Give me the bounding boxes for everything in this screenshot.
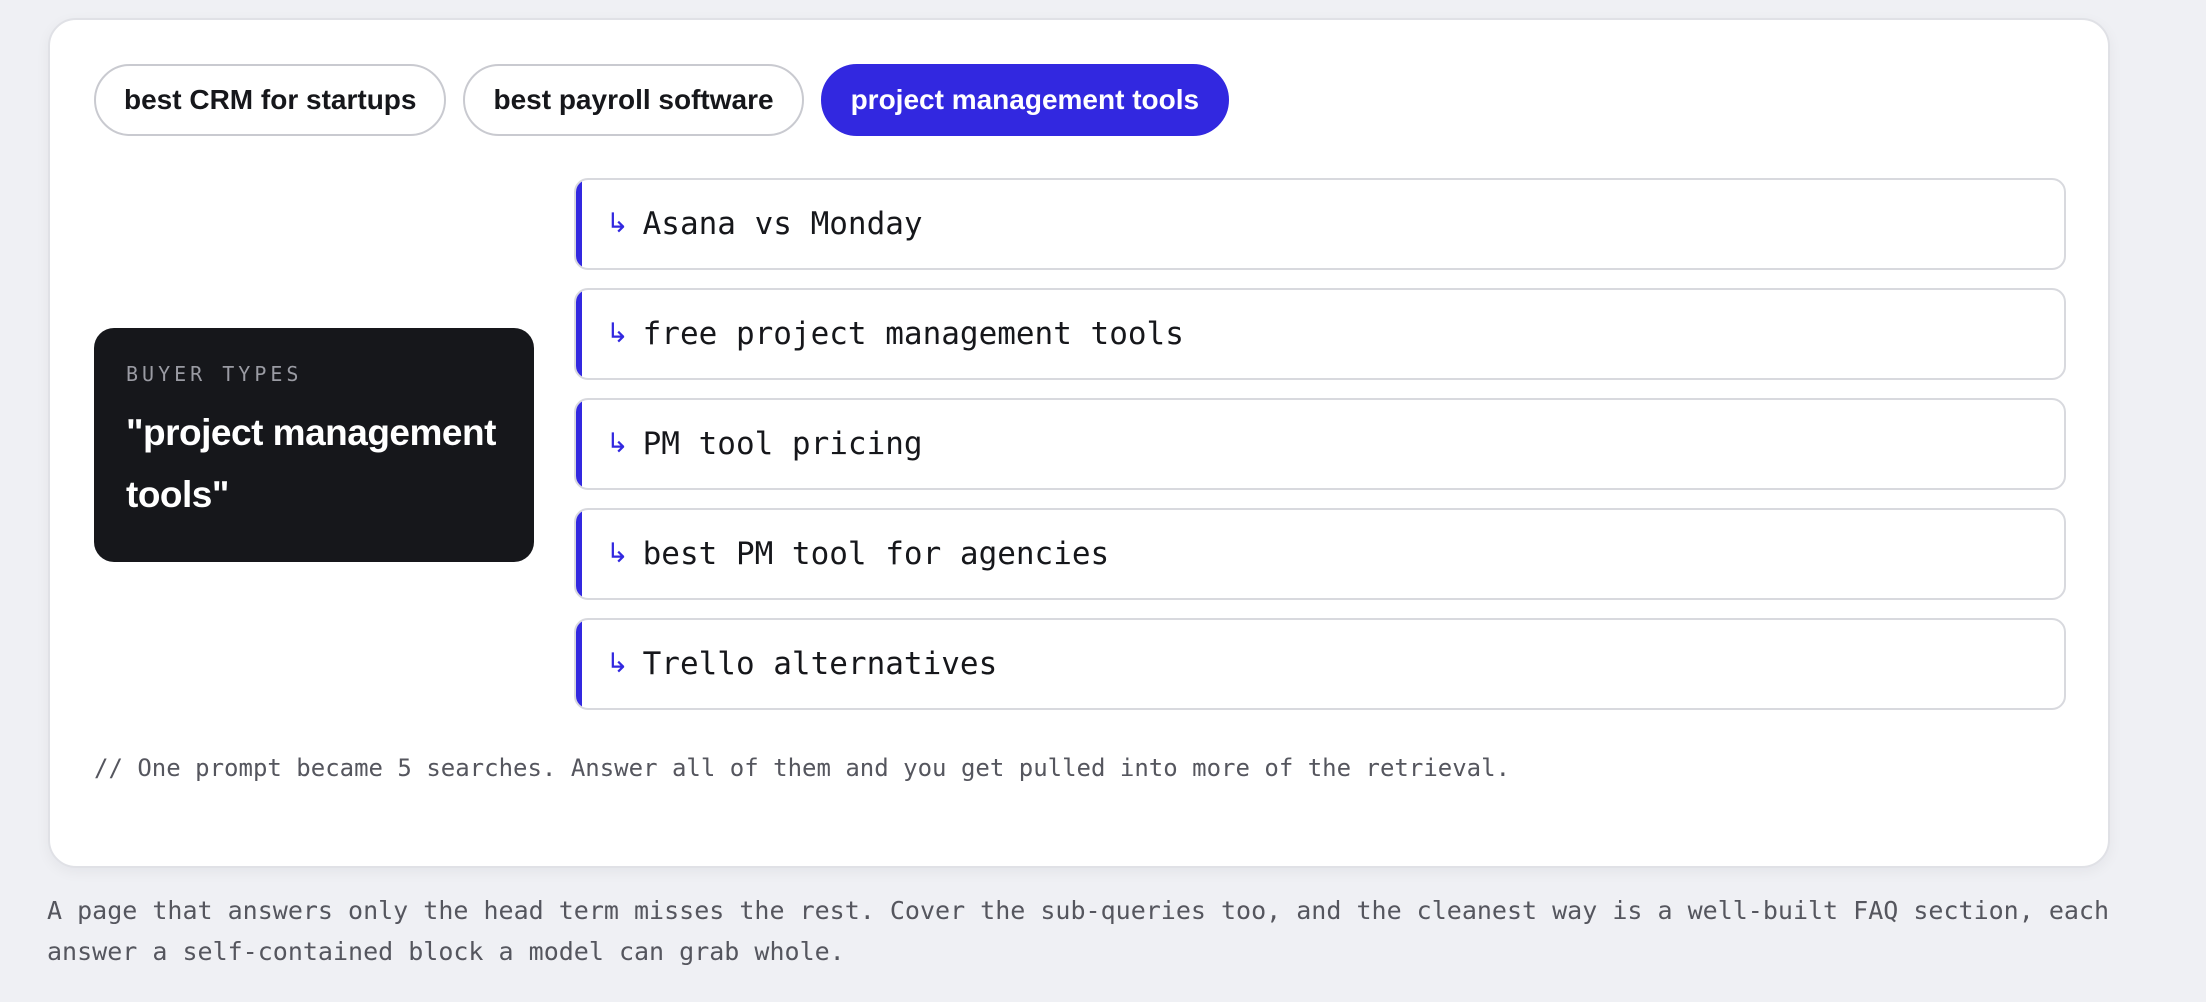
subquery-text: PM tool pricing <box>642 426 923 462</box>
query-fanout-card: best CRM for startups best payroll softw… <box>48 18 2110 868</box>
buyer-types-panel: BUYER TYPES "project management tools" <box>94 328 534 562</box>
return-arrow-icon: ↳ <box>606 647 629 679</box>
chip-best-payroll-software[interactable]: best payroll software <box>463 64 804 136</box>
buyer-query-text: "project management tools" <box>126 412 496 515</box>
subquery-text: Trello alternatives <box>642 646 998 682</box>
subquery-item[interactable]: ↳ Trello alternatives <box>574 618 2066 710</box>
chip-project-management-tools[interactable]: project management tools <box>820 64 1230 136</box>
return-arrow-icon: ↳ <box>606 207 629 239</box>
subquery-text: best PM tool for agencies <box>642 536 1110 572</box>
subquery-item[interactable]: ↳ free project management tools <box>574 288 2066 380</box>
fanout-footnote: // One prompt became 5 searches. Answer … <box>94 754 1511 782</box>
chip-best-crm-for-startups[interactable]: best CRM for startups <box>94 64 447 136</box>
buyer-types-label: BUYER TYPES <box>126 362 303 386</box>
subquery-text: free project management tools <box>642 316 1184 352</box>
prompt-chip-group: best CRM for startups best payroll softw… <box>94 64 1230 136</box>
subquery-text: Asana vs Monday <box>642 206 923 242</box>
explanation-caption: A page that answers only the head term m… <box>47 896 2110 966</box>
return-arrow-icon: ↳ <box>606 537 629 569</box>
return-arrow-icon: ↳ <box>606 317 629 349</box>
subquery-list: ↳ Asana vs Monday ↳ free project managem… <box>574 178 2066 728</box>
subquery-item[interactable]: ↳ best PM tool for agencies <box>574 508 2066 600</box>
subquery-item[interactable]: ↳ PM tool pricing <box>574 398 2066 490</box>
subquery-item[interactable]: ↳ Asana vs Monday <box>574 178 2066 270</box>
return-arrow-icon: ↳ <box>606 427 629 459</box>
